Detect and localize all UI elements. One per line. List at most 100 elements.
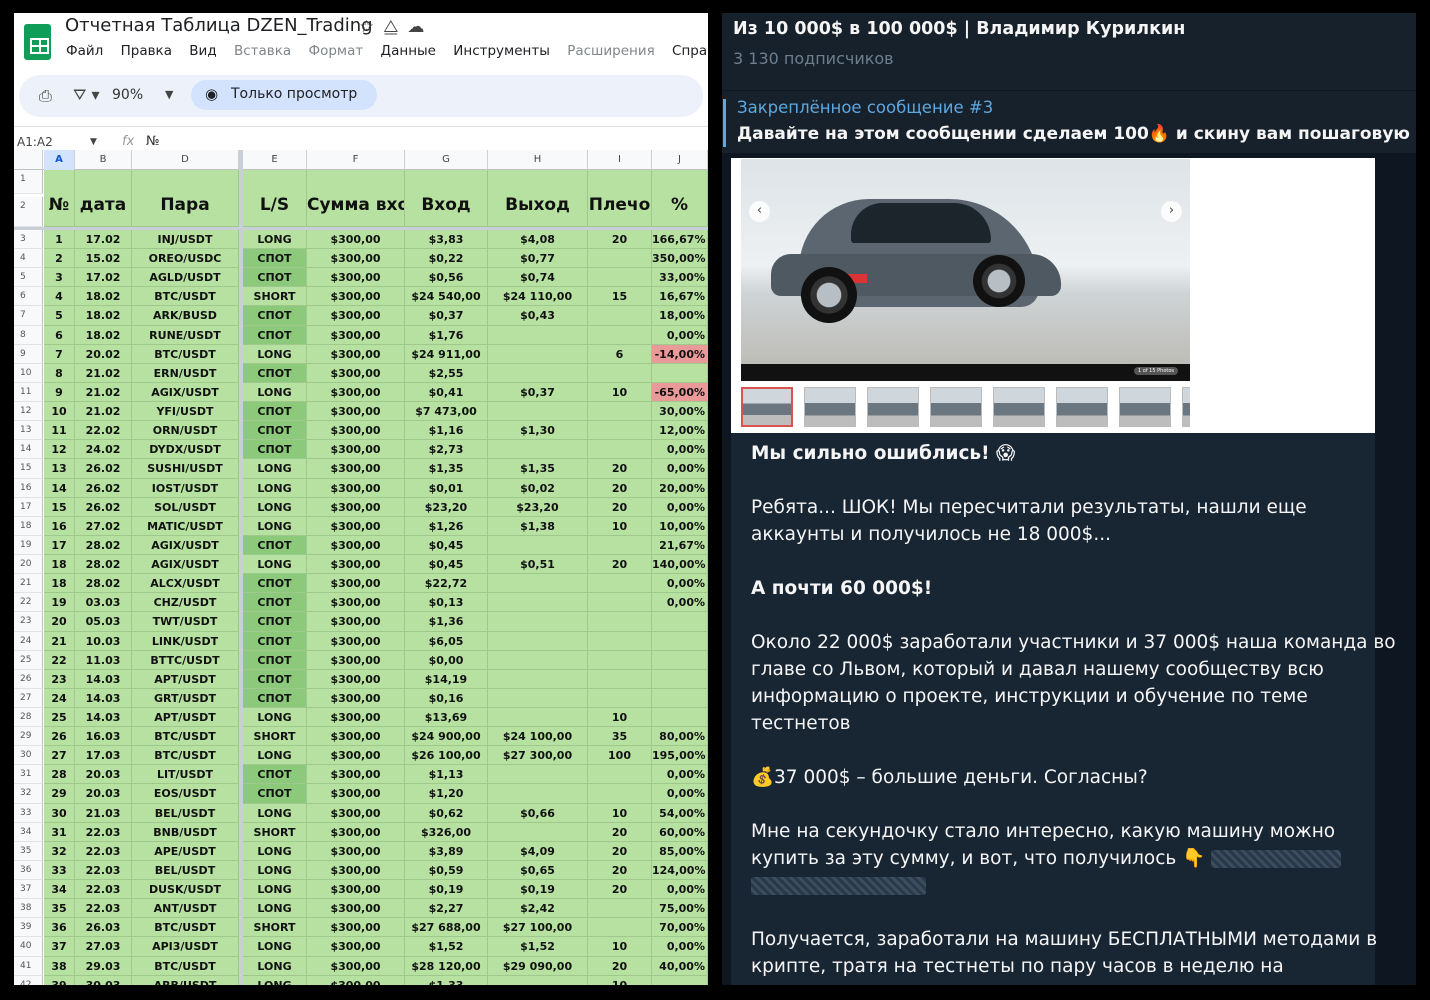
table-cell[interactable]: $300,00 [307,937,405,957]
table-cell[interactable]: BNB/USDT [132,822,239,842]
table-cell[interactable]: 2 [44,249,75,269]
table-cell[interactable]: $300,00 [307,860,405,881]
table-cell[interactable]: 17 [44,535,75,556]
table-cell[interactable]: 20 [588,841,652,861]
table-cell[interactable]: $300,00 [307,574,405,594]
table-cell[interactable]: 22 [44,650,75,670]
table-cell[interactable]: 20 [588,555,652,575]
table-cell[interactable] [652,688,708,708]
table-cell[interactable] [588,784,652,804]
table-cell[interactable]: $300,00 [307,688,405,708]
table-cell[interactable] [588,421,652,441]
thumbnail[interactable] [867,387,919,427]
table-cell[interactable]: $0,37 [488,382,588,403]
table-cell[interactable]: 26.02 [75,497,132,517]
table-cell[interactable]: 11 [44,421,75,441]
table-cell[interactable]: APT/USDT [132,669,239,689]
table-cell[interactable]: 4 [44,287,75,307]
row-number[interactable]: 17 [14,497,43,517]
row-number[interactable]: 36 [14,860,43,881]
table-cell[interactable]: $0,59 [405,860,488,881]
table-cell[interactable]: BTC/USDT [132,287,239,307]
table-cell[interactable]: СПОТ [243,402,307,422]
column-header[interactable]: D [132,150,239,170]
table-cell[interactable]: $300,00 [307,459,405,479]
row-number[interactable]: 19 [14,535,43,556]
table-cell[interactable]: 20.02 [75,344,132,364]
row-number[interactable]: 32 [14,784,43,804]
zoom-caret-icon[interactable]: ▼ [165,88,173,101]
table-cell[interactable]: 10,00% [652,516,708,536]
name-box-caret-icon[interactable]: ▼ [90,137,97,147]
table-cell[interactable]: 40,00% [652,956,708,976]
table-cell[interactable]: $300,00 [307,440,405,460]
table-cell[interactable] [488,975,588,985]
table-cell[interactable]: 166,67% [652,230,708,250]
table-cell[interactable]: LONG [243,880,307,900]
table-cell[interactable]: TWT/USDT [132,612,239,632]
table-cell[interactable]: $0,16 [405,688,488,708]
star-icon[interactable]: ☆ [359,17,383,37]
table-cell[interactable] [588,306,652,326]
table-cell[interactable]: 21.02 [75,363,132,383]
table-cell[interactable]: $0,56 [405,268,488,288]
table-cell[interactable]: ALCX/USDT [132,574,239,594]
table-cell[interactable] [588,402,652,422]
table-cell[interactable] [488,574,588,594]
table-cell[interactable]: 20 [588,230,652,250]
table-cell[interactable]: OREO/USDC [132,249,239,269]
menu-insert[interactable]: Вставка [234,43,291,59]
thumbnail[interactable] [993,387,1045,427]
table-cell[interactable]: 0,00% [652,459,708,479]
menu-view[interactable]: Вид [189,43,216,59]
row-number[interactable]: 40 [14,937,43,957]
table-cell[interactable]: LONG [243,937,307,957]
thumbnail[interactable] [930,387,982,427]
table-cell[interactable]: LIT/USDT [132,765,239,785]
table-cell[interactable]: 350,00% [652,249,708,269]
menu-extensions[interactable]: Расширения [567,43,655,59]
table-cell[interactable]: $300,00 [307,382,405,403]
table-cell[interactable]: 27 [44,746,75,766]
table-cell[interactable]: 5 [44,306,75,326]
column-header[interactable]: F [307,150,405,170]
print-icon[interactable]: ⎙ [39,86,52,106]
table-cell[interactable]: 85,00% [652,841,708,861]
table-cell[interactable]: 38 [44,956,75,976]
row-number[interactable]: 11 [14,382,43,403]
table-cell[interactable]: 22.03 [75,880,132,900]
table-cell[interactable]: 0,00% [652,784,708,804]
table-cell[interactable]: СПОТ [243,612,307,632]
table-cell[interactable]: 16 [44,516,75,536]
table-cell[interactable]: $300,00 [307,325,405,345]
table-cell[interactable] [652,363,708,383]
table-cell[interactable]: 18.02 [75,287,132,307]
table-cell[interactable] [588,535,652,556]
table-cell[interactable] [652,631,708,651]
row-number[interactable]: 8 [14,325,43,345]
row-number[interactable]: 23 [14,612,43,632]
table-cell[interactable]: 26.03 [75,918,132,938]
table-cell[interactable]: 20 [588,478,652,498]
row-number[interactable]: 20 [14,555,43,575]
table-cell[interactable]: $300,00 [307,555,405,575]
table-cell[interactable]: 0,00% [652,440,708,460]
table-cell[interactable]: 10 [588,975,652,985]
table-cell[interactable]: 31 [44,822,75,842]
table-cell[interactable]: $24 911,00 [405,344,488,364]
table-cell[interactable] [652,975,708,985]
table-cell[interactable]: 10 [588,708,652,728]
table-cell[interactable]: $24 540,00 [405,287,488,307]
table-cell[interactable]: 35 [44,899,75,919]
row-number[interactable]: 10 [14,363,43,383]
row-number[interactable]: 18 [14,516,43,536]
table-cell[interactable]: 6 [44,325,75,345]
table-cell[interactable]: SHORT [243,727,307,747]
table-cell[interactable]: 75,00% [652,899,708,919]
table-cell[interactable]: $1,30 [488,421,588,441]
table-cell[interactable]: LONG [243,708,307,728]
table-cell[interactable]: 18.02 [75,306,132,326]
table-cell[interactable]: SHORT [243,822,307,842]
table-cell[interactable]: LONG [243,230,307,250]
table-cell[interactable]: $300,00 [307,249,405,269]
